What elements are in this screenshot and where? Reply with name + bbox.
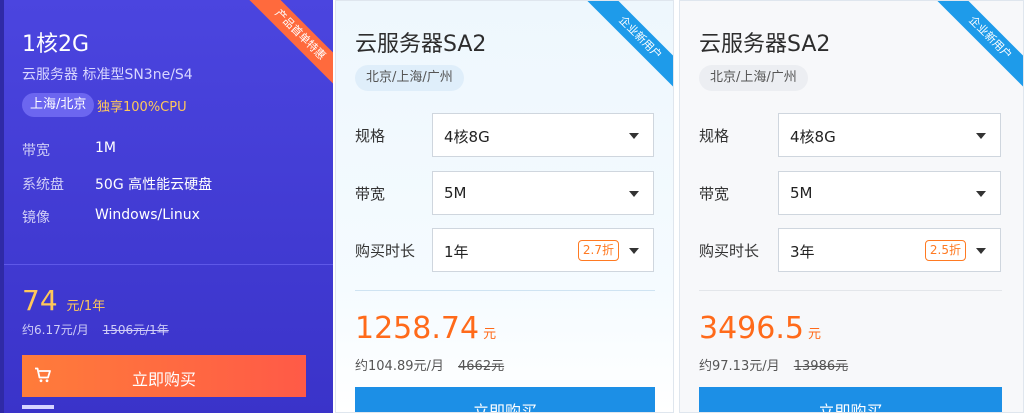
duration-label: 购买时长 (355, 242, 416, 260)
card-subtitle: 云服务器 标准型SN3ne/S4 (22, 67, 193, 83)
monthly-price: 约6.17元/月 (22, 323, 89, 337)
divider (699, 290, 1002, 291)
select-value: 4核8G (444, 128, 490, 146)
divider (4, 264, 333, 265)
monthly-price: 约97.13元/月 (699, 359, 780, 374)
card-title: 云服务器SA2 (355, 32, 487, 57)
caret-down-icon (629, 191, 639, 197)
spec-label: 系统盘 (22, 177, 64, 193)
card-title: 1核2G (22, 32, 90, 57)
duration-select[interactable]: 1年 2.7折 (432, 228, 654, 272)
region-chip: 上海/北京 (22, 93, 95, 117)
price-amount: 74 (22, 284, 58, 317)
buy-button-label: 立即购买 (131, 370, 196, 389)
price: 3496.5 元 (699, 311, 821, 346)
price-unit: 元 (807, 327, 821, 342)
spec-select[interactable]: 4核8G (778, 113, 1001, 157)
discount-badge: 2.5折 (924, 240, 966, 261)
buy-button-label: 立即购买 (472, 402, 537, 413)
select-value: 4核8G (790, 128, 836, 146)
spec-value: Windows/Linux (95, 207, 200, 223)
product-card-2: 企业新用户 云服务器SA2 北京/上海/广州 规格 4核8G 带宽 5M 购买时… (335, 0, 674, 413)
duration-select[interactable]: 3年 2.5折 (778, 228, 1001, 272)
spec-label: 规格 (355, 127, 386, 145)
promo-ribbon: 企业新用户 (579, 1, 673, 99)
bandwidth-select[interactable]: 5M (778, 171, 1001, 215)
region-chip: 北京/上海/广州 (355, 65, 464, 91)
price-detail: 约6.17元/月 1506元/1年 (22, 321, 169, 338)
spec-label: 规格 (699, 127, 730, 145)
bandwidth-label: 带宽 (699, 185, 730, 203)
original-price: 4662元 (458, 359, 505, 374)
spec-select[interactable]: 4核8G (432, 113, 654, 157)
price-amount: 1258.74 (355, 311, 480, 346)
caret-down-icon (629, 248, 639, 254)
product-card-1: 产品首单特惠 1核2G 云服务器 标准型SN3ne/S4 上海/北京 独享100… (0, 0, 333, 413)
divider (355, 290, 655, 291)
price-unit: 元 (483, 327, 497, 342)
buy-now-button[interactable]: 立即购买 (22, 355, 306, 397)
select-value: 5M (790, 184, 813, 202)
price-amount: 3496.5 (699, 311, 804, 346)
spec-label: 带宽 (22, 143, 50, 159)
spec-value: 50G 高性能云硬盘 (95, 177, 213, 193)
select-value: 1年 (444, 243, 469, 261)
cpu-note: 独享100%CPU (97, 100, 187, 115)
original-price: 1506元/1年 (102, 323, 169, 337)
promo-ribbon: 企业新用户 (929, 1, 1023, 99)
spec-value: 1M (95, 140, 116, 156)
price-detail: 约104.89元/月 4662元 (355, 355, 504, 374)
original-price: 13986元 (793, 359, 849, 374)
pager-indicator (22, 405, 54, 409)
duration-label: 购买时长 (699, 242, 760, 260)
caret-down-icon (976, 191, 986, 197)
discount-badge: 2.7折 (577, 240, 619, 261)
caret-down-icon (976, 248, 986, 254)
caret-down-icon (629, 133, 639, 139)
buy-now-button[interactable]: 立即购买 (699, 387, 1002, 413)
card-edge (0, 0, 4, 413)
price-detail: 约97.13元/月 13986元 (699, 355, 848, 374)
price: 1258.74 元 (355, 311, 496, 346)
promo-ribbon: 产品首单特惠 (239, 0, 333, 96)
select-value: 3年 (790, 243, 815, 261)
price-unit: 元/1年 (66, 299, 106, 314)
price: 74 元/1年 (22, 284, 105, 317)
region-chip: 北京/上海/广州 (699, 65, 808, 91)
product-card-3: 企业新用户 云服务器SA2 北京/上海/广州 规格 4核8G 带宽 5M 购买时… (679, 0, 1024, 413)
buy-button-label: 立即购买 (818, 402, 883, 413)
bandwidth-select[interactable]: 5M (432, 171, 654, 215)
monthly-price: 约104.89元/月 (355, 359, 444, 374)
caret-down-icon (976, 133, 986, 139)
card-title: 云服务器SA2 (699, 32, 831, 57)
spec-label: 镜像 (22, 210, 50, 226)
select-value: 5M (444, 184, 467, 202)
bandwidth-label: 带宽 (355, 185, 386, 203)
buy-now-button[interactable]: 立即购买 (355, 387, 655, 413)
